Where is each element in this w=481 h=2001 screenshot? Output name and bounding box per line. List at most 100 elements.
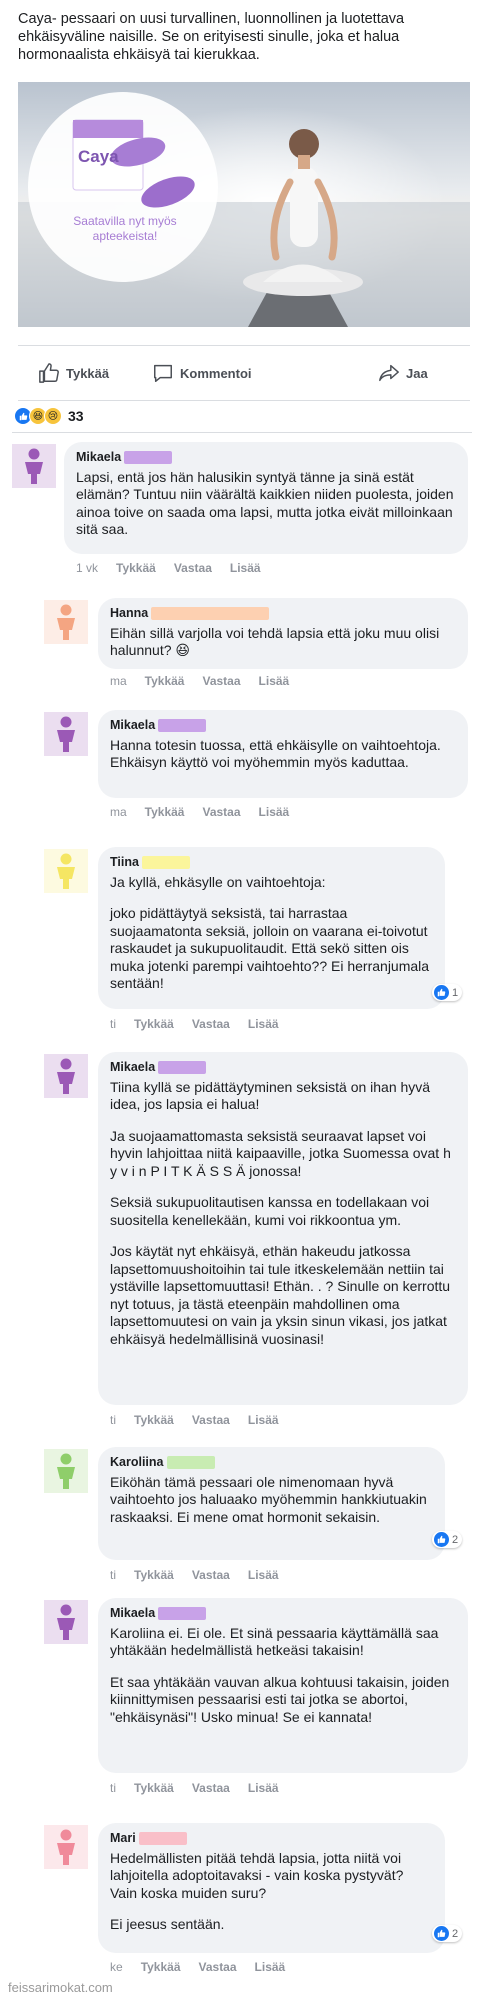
comment-author[interactable]: Hanna xyxy=(110,605,456,623)
comment-actions: ma Tykkää Vastaa Lisää xyxy=(110,674,289,688)
comment-avatar[interactable] xyxy=(12,444,56,488)
comment-text: Eihän sillä varjolla voi tehdä lapsia et… xyxy=(110,624,440,659)
redacted-surname xyxy=(124,451,173,465)
comment-like-count[interactable]: 2 xyxy=(432,1531,463,1548)
comment-timestamp[interactable]: ma xyxy=(110,805,127,819)
comment-avatar[interactable] xyxy=(44,1054,88,1098)
comment-reply-link[interactable]: Vastaa xyxy=(192,1568,230,1582)
comment-author[interactable]: Tiina xyxy=(110,854,433,872)
comment-avatar[interactable] xyxy=(44,849,88,893)
like-count: 2 xyxy=(452,1533,459,1546)
comment-like-count[interactable]: 1 xyxy=(432,984,463,1001)
ad-caption: Saatavilla nyt myös apteekeista! xyxy=(73,214,177,243)
comment-timestamp[interactable]: ma xyxy=(110,674,127,688)
comment-timestamp[interactable]: 1 vk xyxy=(76,561,98,575)
redacted-surname xyxy=(158,1061,207,1075)
person-icon xyxy=(57,716,75,752)
comment-author-name: Karoliina xyxy=(110,1455,164,1469)
comment-reply-link[interactable]: Vastaa xyxy=(192,1017,230,1031)
comment-like-link[interactable]: Tykkää xyxy=(134,1413,174,1427)
comment-author-name: Mikaela xyxy=(76,450,122,464)
comment-more-link[interactable]: Lisää xyxy=(230,561,261,575)
comment-text: Tiina kyllä se pidättäytyminen seksistä … xyxy=(110,1078,431,1113)
redacted-surname xyxy=(138,1832,187,1846)
comment-bubble: Mari Hedelmällisten pitää tehdä lapsia, j… xyxy=(98,1823,445,1953)
comment-reply-link[interactable]: Vastaa xyxy=(202,805,240,819)
comment-text: Ja suojaamattomasta seksistä seuraavat l… xyxy=(110,1127,451,1179)
reaction-count: 33 xyxy=(68,408,84,424)
comment-avatar[interactable] xyxy=(44,1600,88,1644)
comment-author[interactable]: Mari xyxy=(110,1830,433,1848)
comment-bubble: Hanna Eihän sillä varjolla voi tehdä laps… xyxy=(98,598,468,669)
like-button[interactable]: Tykkää xyxy=(38,362,109,384)
comment-author[interactable]: Mikaela xyxy=(110,1059,456,1077)
redacted-surname xyxy=(158,719,207,733)
comment-like-link[interactable]: Tykkää xyxy=(116,561,156,575)
comment-author-name: Mari xyxy=(110,1831,136,1845)
comment-avatar[interactable] xyxy=(44,1449,88,1493)
comment-more-link[interactable]: Lisää xyxy=(259,805,290,819)
person-icon xyxy=(57,1604,75,1640)
comment-avatar[interactable] xyxy=(44,600,88,644)
comment-like-link[interactable]: Tykkää xyxy=(134,1781,174,1795)
comment-text: Seksiä sukupuolitautisen kanssa en todel… xyxy=(110,1194,430,1228)
comment-reply-link[interactable]: Vastaa xyxy=(192,1413,230,1427)
comment-like-link[interactable]: Tykkää xyxy=(141,1960,181,1974)
comment-like-link[interactable]: Tykkää xyxy=(145,674,185,688)
comment-actions: 1 vk Tykkää Vastaa Lisää xyxy=(76,561,261,575)
comment-timestamp[interactable]: ti xyxy=(110,1568,116,1582)
comment-bubble: Mikaela Tiina kyllä se pidättäytyminen se… xyxy=(98,1052,468,1405)
comment-reply-link[interactable]: Vastaa xyxy=(174,561,212,575)
like-reaction-icon xyxy=(434,985,449,1000)
comment-like-count[interactable]: 2 xyxy=(432,1925,463,1942)
comment-text: Hanna totesin tuossa, että ehkäisylle on… xyxy=(110,736,441,771)
comment-author[interactable]: Karoliina xyxy=(110,1454,433,1472)
comment-like-link[interactable]: Tykkää xyxy=(145,805,185,819)
person-icon xyxy=(25,448,43,484)
brand-logo: Caya xyxy=(78,147,119,166)
comment-button[interactable]: Kommentoi xyxy=(152,362,252,384)
comment-bubble: Karoliina Eiköhän tämä pessaari ole nimen… xyxy=(98,1447,445,1560)
comment-avatar[interactable] xyxy=(44,1825,88,1869)
comment-more-link[interactable]: Lisää xyxy=(248,1781,279,1795)
comment-like-link[interactable]: Tykkää xyxy=(134,1017,174,1031)
divider xyxy=(12,432,472,433)
comment-reply-link[interactable]: Vastaa xyxy=(199,1960,237,1974)
like-count: 1 xyxy=(452,986,459,999)
reaction-summary[interactable]: 😆 😢 33 xyxy=(14,405,84,427)
post-text: Caya- pessaari on uusi turvallinen, luon… xyxy=(18,11,405,63)
comment-reply-link[interactable]: Vastaa xyxy=(192,1781,230,1795)
person-icon xyxy=(57,1829,75,1865)
share-button[interactable]: Jaa xyxy=(378,362,428,384)
comment-more-link[interactable]: Lisää xyxy=(248,1568,279,1582)
person-icon xyxy=(57,1453,75,1489)
comment-timestamp[interactable]: ti xyxy=(110,1017,116,1031)
share-label: Jaa xyxy=(406,365,428,381)
comment-author[interactable]: Mikaela xyxy=(76,449,456,467)
comment-more-link[interactable]: Lisää xyxy=(248,1413,279,1427)
comment-actions: ti Tykkää Vastaa Lisää xyxy=(110,1568,279,1582)
post-image[interactable]: Caya Saatavilla nyt myös apteekeista! xyxy=(18,82,470,327)
comment-more-link[interactable]: Lisää xyxy=(248,1017,279,1031)
share-icon xyxy=(379,364,399,382)
comment-like-link[interactable]: Tykkää xyxy=(134,1568,174,1582)
comment-reply-link[interactable]: Vastaa xyxy=(202,674,240,688)
comment-author[interactable]: Mikaela xyxy=(110,717,456,735)
comment-timestamp[interactable]: ke xyxy=(110,1960,123,1974)
comment-author[interactable]: Mikaela xyxy=(110,1605,456,1623)
redacted-surname xyxy=(166,1456,215,1470)
comment-avatar[interactable] xyxy=(44,712,88,756)
comment-timestamp[interactable]: ti xyxy=(110,1413,116,1427)
comment-timestamp[interactable]: ti xyxy=(110,1781,116,1795)
sad-reaction-icon: 😢 xyxy=(44,407,62,425)
comment-more-link[interactable]: Lisää xyxy=(259,674,290,688)
comment-more-link[interactable]: Lisää xyxy=(255,1960,286,1974)
comment-actions: ti Tykkää Vastaa Lisää xyxy=(110,1781,279,1795)
comment-bubble: Tiina Ja kyllä, ehkäsylle on vaihtoehtoja… xyxy=(98,847,445,1009)
comment-text: Ja kyllä, ehkäsylle on vaihtoehtoja: xyxy=(110,873,326,890)
watermark: feissarimokat.com xyxy=(8,1980,113,1995)
comment-text: Eiköhän tämä pessaari ole nimenomaan hyv… xyxy=(110,1473,427,1525)
thumbs-up-icon xyxy=(39,363,59,383)
comment-author-name: Mikaela xyxy=(110,718,156,732)
comment-actions: ti Tykkää Vastaa Lisää xyxy=(110,1017,279,1031)
